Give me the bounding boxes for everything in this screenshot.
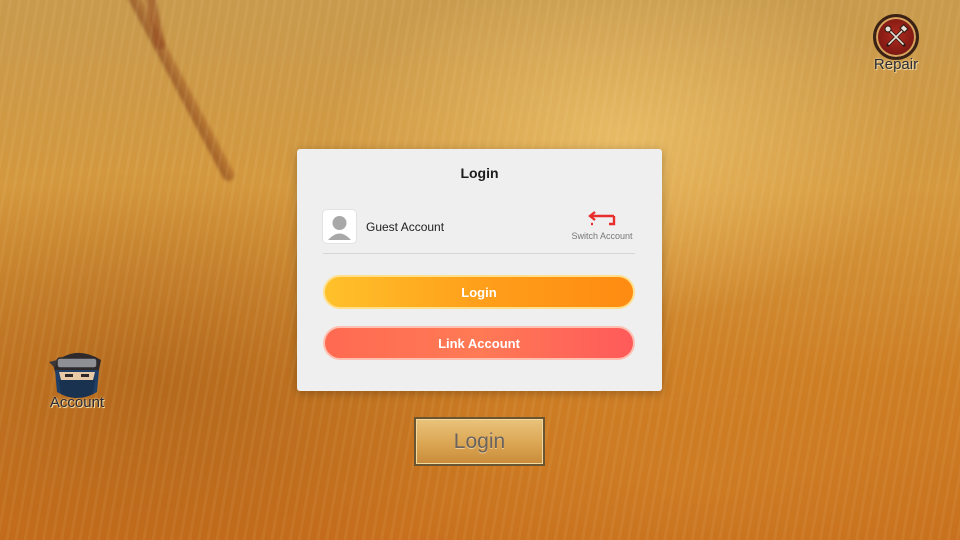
repair-tools-icon: [873, 14, 919, 60]
switch-account-button[interactable]: Switch Account: [569, 211, 635, 245]
person-icon: [323, 210, 356, 243]
account-name: Guest Account: [366, 220, 445, 234]
swap-arrows-icon: [588, 211, 616, 226]
switch-account-label: Switch Account: [571, 231, 633, 241]
account-button[interactable]: Account: [40, 342, 114, 418]
repair-button[interactable]: Repair: [866, 14, 926, 78]
dialog-login-button[interactable]: Login: [323, 275, 635, 309]
link-account-button[interactable]: Link Account: [323, 326, 635, 360]
game-login-button[interactable]: Login: [414, 417, 545, 466]
repair-label: Repair: [873, 56, 919, 73]
login-dialog: Login Guest Account Switch Account Login…: [297, 149, 662, 391]
current-account-row: Guest Account Switch Account: [323, 209, 635, 254]
account-label: Account: [49, 394, 105, 411]
dialog-title: Login: [460, 165, 499, 181]
